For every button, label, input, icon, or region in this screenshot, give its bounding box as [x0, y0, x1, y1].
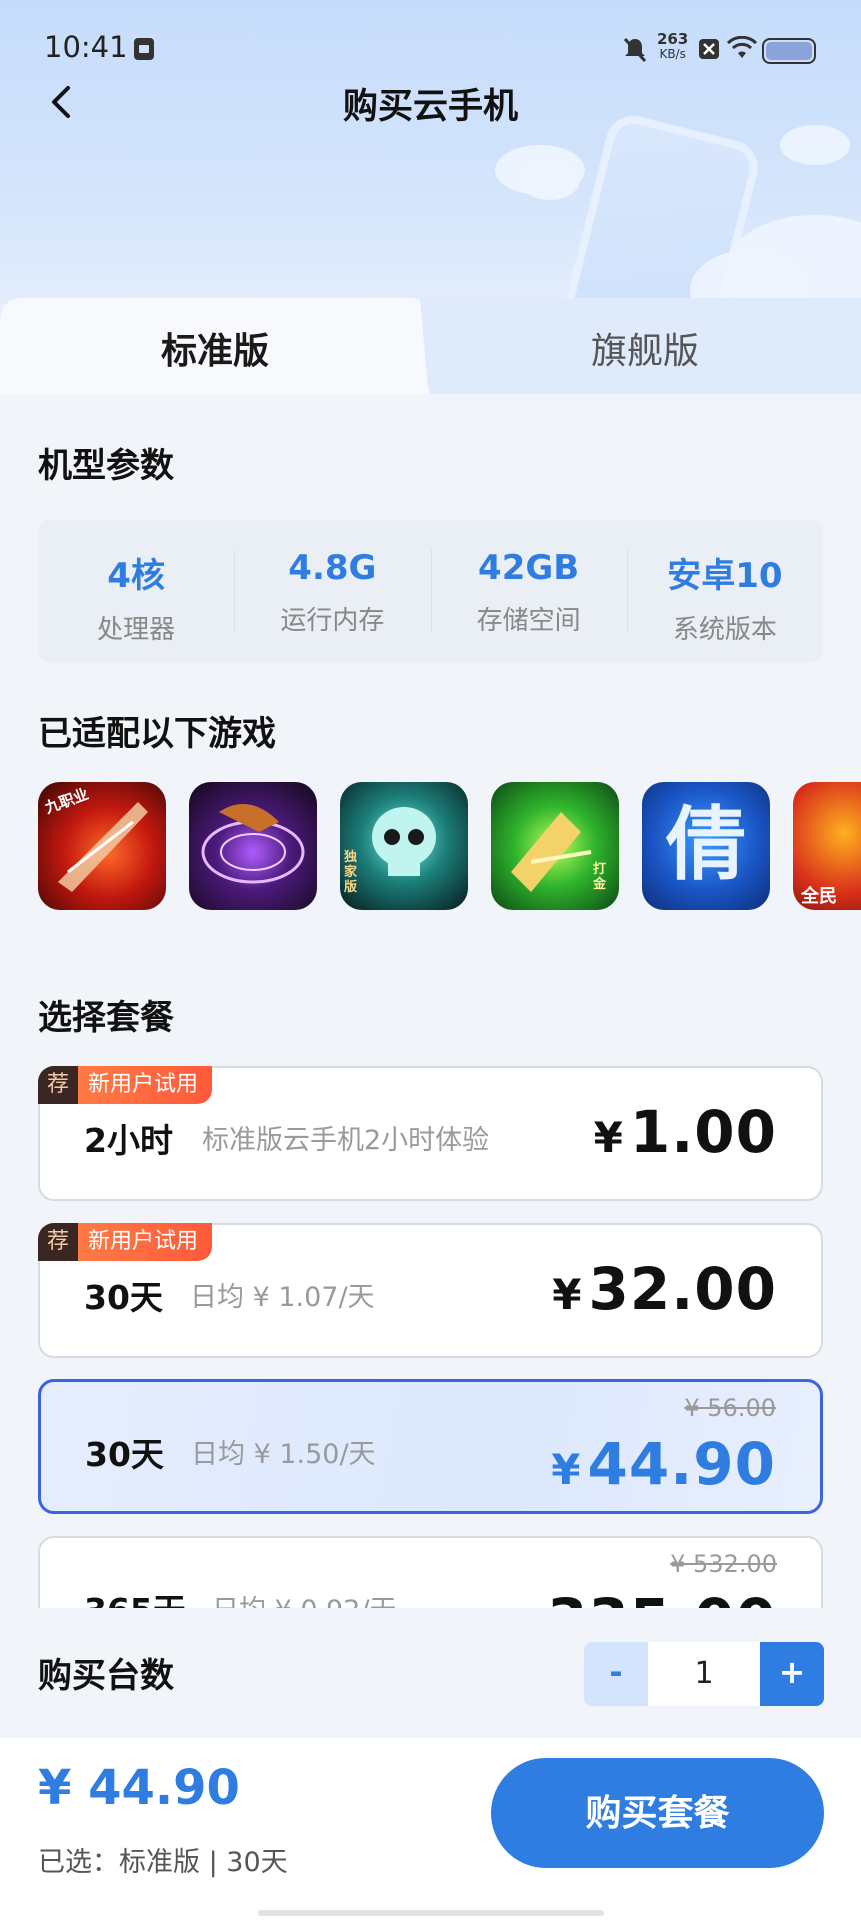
plan-desc: 日均 ¥ 0.92/天: [212, 1588, 397, 1608]
net-speed-value: 263: [657, 30, 689, 48]
quantity-label: 购买台数: [38, 1656, 174, 1696]
game-badge-text: 独家版: [344, 850, 358, 895]
currency-symbol: ¥: [552, 1270, 583, 1319]
quantity-stepper: - 1 +: [584, 1642, 824, 1706]
increment-button[interactable]: +: [760, 1642, 824, 1706]
price-value: 32.00: [588, 1255, 777, 1323]
spec-value: 安卓10: [667, 556, 783, 596]
tab-standard[interactable]: 标准版: [65, 322, 365, 374]
plan-name: 2小时: [84, 1121, 173, 1160]
game-icon-allpeople[interactable]: 全民: [793, 782, 861, 910]
plan-desc: 标准版云手机2小时体验: [202, 1125, 490, 1156]
no-sim-icon: [699, 39, 719, 59]
game-badge-text: 全民: [801, 886, 837, 907]
plan-card-selected[interactable]: ¥ 56.00 30天 日均 ¥ 1.50/天 ¥44.90: [38, 1379, 823, 1514]
plan-badge: 荐 新用户试用: [38, 1223, 213, 1261]
price-value: 44.90: [587, 1430, 776, 1498]
decrement-button[interactable]: -: [584, 1642, 648, 1706]
spec-ram: 4.8G 运行内存: [234, 520, 430, 662]
price-value: 1.00: [629, 1098, 777, 1166]
battery-icon: [762, 38, 816, 64]
checkout-bar: ¥ 44.90 已选：标准版 | 30天 购买套餐: [0, 1738, 861, 1920]
game-icon-blade[interactable]: 九职业: [38, 782, 166, 910]
status-time: 10:41: [44, 30, 128, 64]
spec-cpu: 4核 处理器: [38, 520, 234, 662]
home-indicator[interactable]: [258, 1910, 604, 1916]
badge-text: 新用户试用: [78, 1223, 213, 1261]
game-icon-ring[interactable]: [189, 782, 317, 910]
games-title: 已适配以下游戏: [38, 714, 276, 754]
spec-value: 42GB: [478, 548, 580, 588]
net-speed: 263 KB/s: [657, 30, 689, 62]
currency-symbol: ¥: [593, 1113, 624, 1162]
badge-tag: 荐: [38, 1066, 79, 1104]
game-badge-text: 打金: [593, 862, 607, 892]
spec-label: 处理器: [97, 615, 176, 645]
spec-label: 运行内存: [280, 606, 385, 636]
plan-desc: 日均 ¥ 1.07/天: [190, 1282, 375, 1313]
spec-storage: 42GB 存储空间: [430, 520, 627, 662]
quantity-value[interactable]: 1: [648, 1642, 760, 1706]
buy-plan-button[interactable]: 购买套餐: [491, 1758, 824, 1868]
price-value: 335.00: [547, 1586, 777, 1608]
plans-list: 荐 新用户试用 2小时 标准版云手机2小时体验 ¥1.00 荐 新用户试用 30…: [38, 1066, 823, 1608]
game-icon-skull[interactable]: 独家版: [340, 782, 468, 910]
plan-name: 30天: [84, 1278, 163, 1317]
plan-price: ¥32.00: [552, 1255, 777, 1323]
game-icon-dragon[interactable]: 打金: [491, 782, 619, 910]
plan-card[interactable]: 荐 新用户试用 30天 日均 ¥ 1.07/天 ¥32.00: [38, 1223, 823, 1358]
cloud-decoration: [520, 160, 580, 200]
plan-name: 30天: [85, 1435, 164, 1474]
plan-original-price: ¥ 532.00: [670, 1550, 777, 1578]
version-tabs: 标准版 旗舰版: [0, 298, 861, 400]
net-speed-unit: KB/s: [659, 47, 686, 61]
spec-os: 安卓10 系统版本: [626, 520, 823, 662]
total-price: ¥ 44.90: [38, 1760, 240, 1816]
plan-price: ¥335.00: [511, 1586, 777, 1608]
plan-name: 365天: [84, 1584, 186, 1608]
plan-card[interactable]: 荐 新用户试用 2小时 标准版云手机2小时体验 ¥1.00: [38, 1066, 823, 1201]
currency-symbol: ¥: [551, 1445, 582, 1494]
spec-label: 存储空间: [476, 606, 581, 636]
plan-desc: 日均 ¥ 1.50/天: [191, 1439, 376, 1470]
plan-badge: 荐 新用户试用: [38, 1066, 213, 1104]
spec-value: 4核: [107, 556, 165, 596]
quantity-row: 购买台数 - 1 +: [0, 1608, 861, 1738]
specs-title: 机型参数: [38, 446, 174, 486]
game-icon-calligraphy[interactable]: 倩: [642, 782, 770, 910]
wifi-icon: [727, 36, 757, 58]
games-list: 九职业 独家版 打金 倩 全民: [38, 782, 861, 912]
badge-tag: 荐: [38, 1223, 79, 1261]
page-title: 购买云手机: [342, 87, 518, 127]
plan-price: ¥44.90: [551, 1430, 776, 1498]
specs-panel: 4核 处理器 4.8G 运行内存 42GB 存储空间 安卓10 系统版本: [38, 520, 823, 662]
selected-summary: 已选：标准版 | 30天: [38, 1847, 288, 1878]
spec-label: 系统版本: [672, 615, 777, 645]
plan-price: ¥1.00: [594, 1098, 777, 1166]
sim-card-icon: [134, 38, 154, 60]
plan-original-price: ¥ 56.00: [684, 1394, 776, 1422]
badge-text: 新用户试用: [78, 1066, 213, 1104]
tab-flagship[interactable]: 旗舰版: [495, 322, 795, 374]
cloud-decoration: [780, 125, 850, 165]
plan-card[interactable]: ¥ 532.00 365天 日均 ¥ 0.92/天 ¥335.00: [38, 1536, 823, 1608]
currency-symbol: ¥: [511, 1601, 541, 1608]
spec-value: 4.8G: [288, 548, 377, 588]
ring-icon: [201, 804, 305, 884]
mute-bell-icon: [623, 37, 647, 63]
plans-title: 选择套餐: [38, 998, 174, 1038]
game-glyph: 倩: [666, 797, 746, 891]
